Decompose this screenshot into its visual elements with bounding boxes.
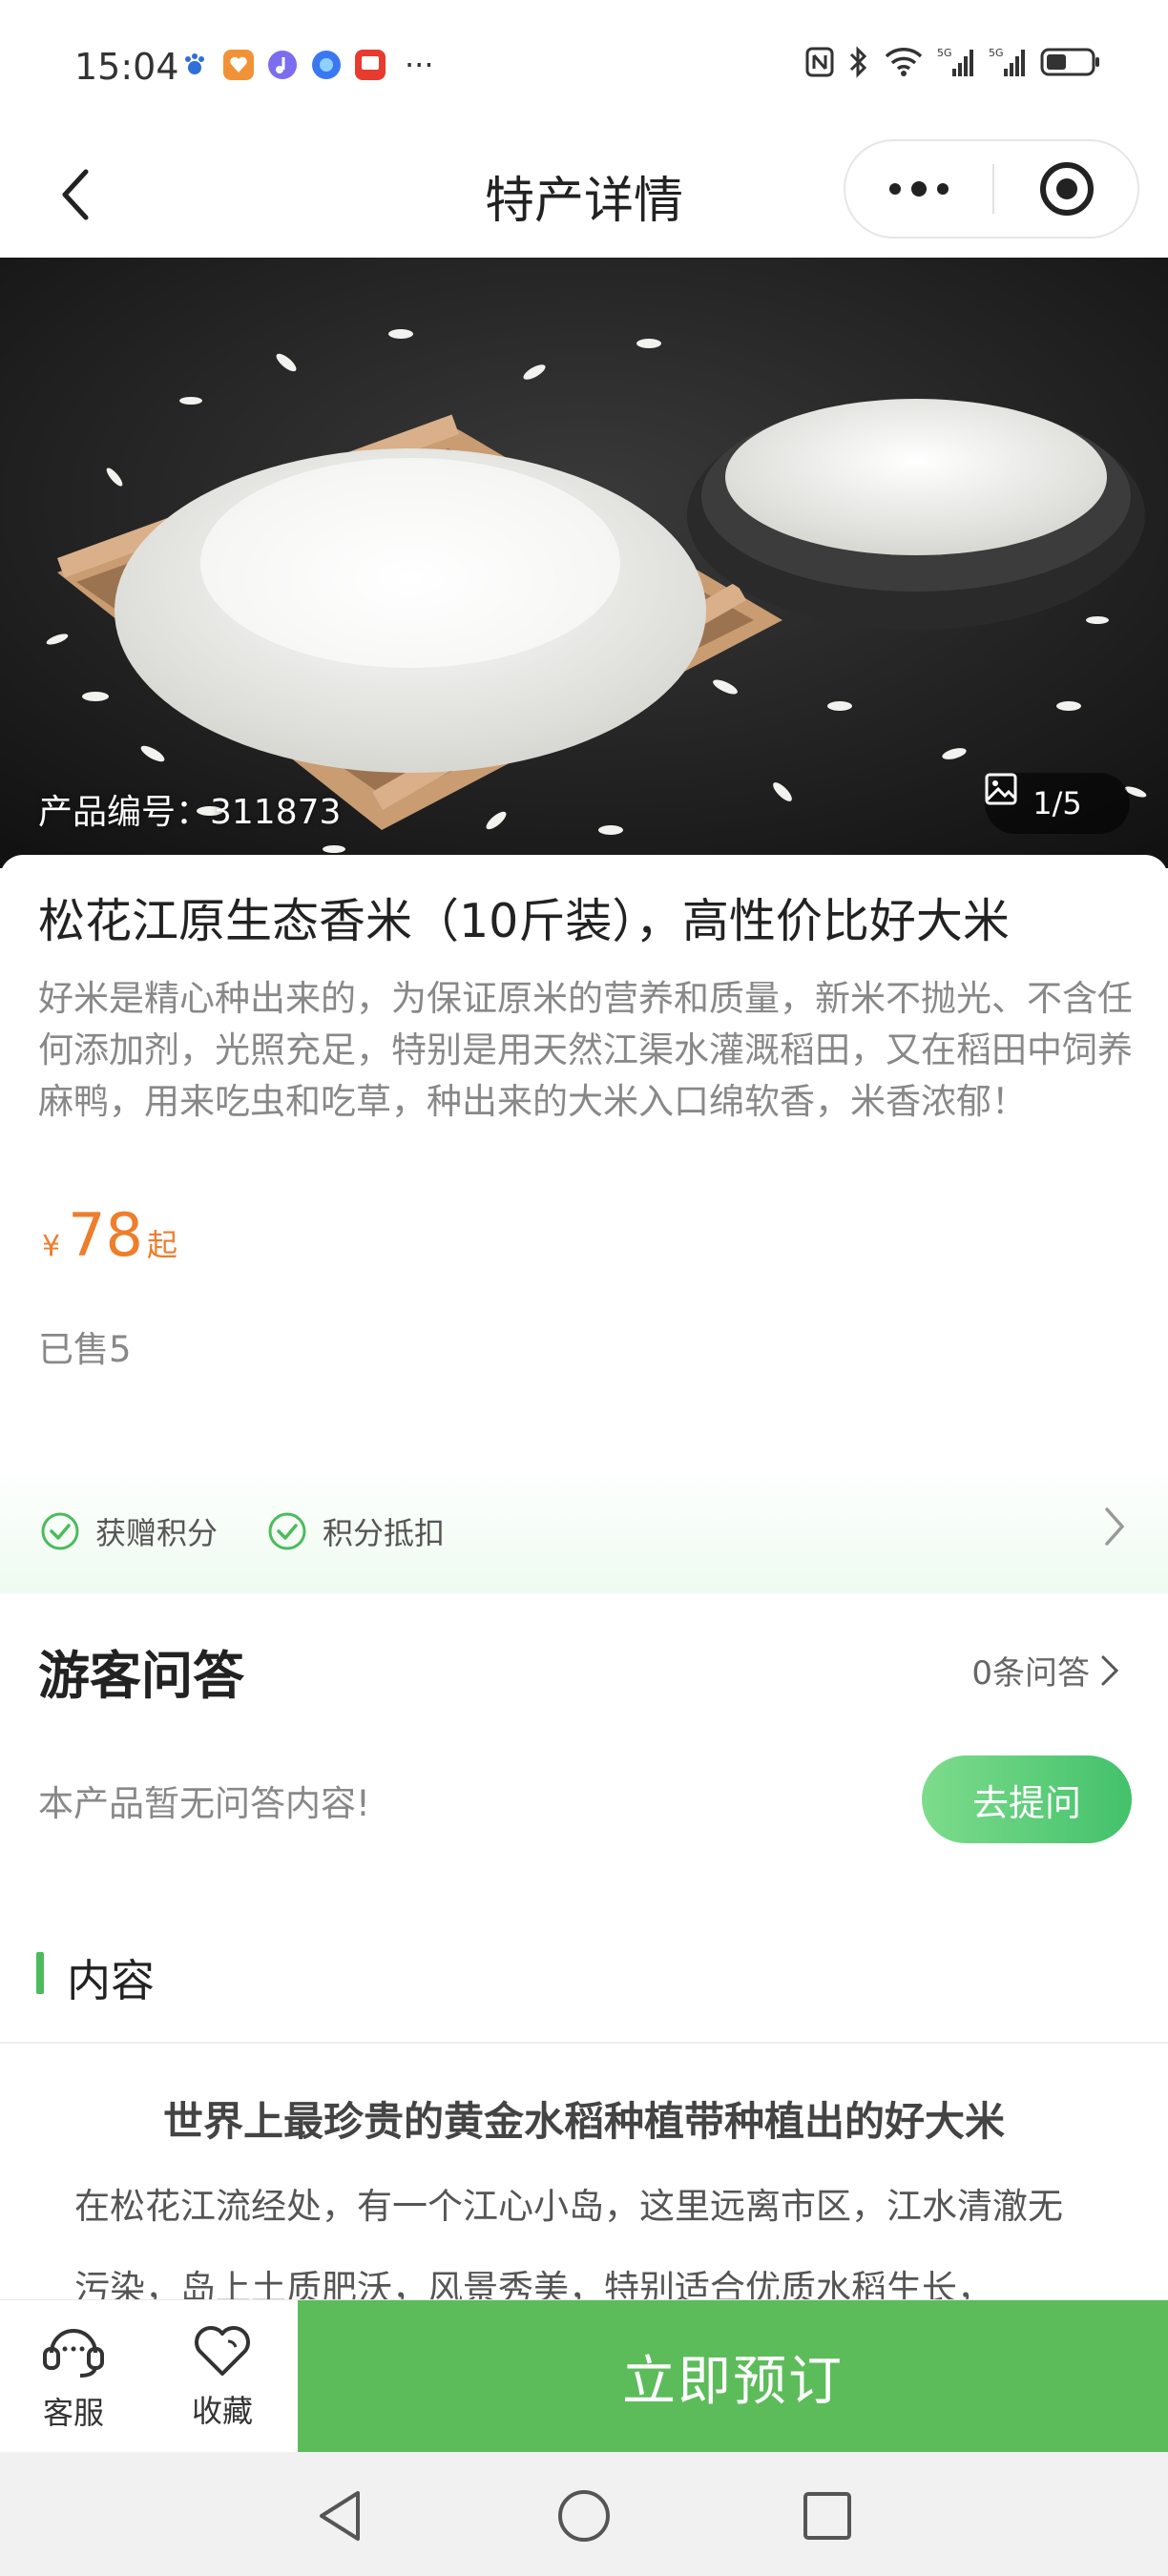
product-image-carousel[interactable]: 产品编号：311873 1/5	[0, 258, 1168, 868]
product-description: 好米是精心种出来的，为保证原米的营养和质量，新米不抛光、不含任何添加剂，光照充足…	[38, 978, 1133, 1122]
close-miniprogram-button[interactable]	[994, 141, 1139, 237]
section-accent-bar	[36, 1952, 44, 1994]
price-suffix: 起	[147, 1227, 178, 1263]
status-time: 15:04	[74, 46, 179, 88]
baidu-icon	[185, 53, 204, 74]
visitor-qa-section: 游客问答 0条问答 本产品暂无问答内容! 去提问	[0, 1593, 1168, 1880]
ask-question-button[interactable]: 去提问	[922, 1755, 1132, 1843]
square-recents-icon	[803, 2492, 851, 2540]
system-back-button[interactable]	[307, 2483, 374, 2549]
qa-empty-text: 本产品暂无问答内容!	[38, 1783, 370, 1824]
favorite-label: 收藏	[191, 2393, 253, 2429]
signal-icon: 5G	[937, 47, 973, 76]
customer-service-button[interactable]: 客服	[2, 2300, 145, 2453]
image-icon	[985, 773, 1017, 805]
svg-text:5G: 5G	[937, 47, 952, 59]
price-currency: ¥	[42, 1230, 61, 1263]
qa-title: 游客问答	[38, 1646, 244, 1706]
system-nav-bar	[0, 2452, 1168, 2576]
bluetooth-icon	[849, 46, 867, 78]
system-recents-button[interactable]	[794, 2483, 861, 2549]
nfc-icon	[805, 47, 834, 77]
system-home-button[interactable]	[551, 2483, 617, 2549]
service-label: 客服	[42, 2395, 104, 2431]
triangle-back-icon	[320, 2491, 360, 2541]
check-circle-icon	[41, 1512, 79, 1550]
divider	[0, 2042, 1168, 2044]
benefit-label: 积分抵扣	[323, 1515, 446, 1551]
circle-home-icon	[558, 2490, 610, 2542]
benefit-label: 获赠积分	[95, 1515, 219, 1551]
more-button[interactable]	[845, 141, 992, 237]
chevron-right-icon	[1105, 1507, 1125, 1546]
music-app-icon	[268, 51, 297, 79]
miniprogram-capsule	[844, 139, 1139, 239]
status-more: ···	[405, 47, 434, 83]
nav-bar: 特产详情	[0, 134, 1168, 258]
more-dots-icon	[889, 181, 949, 197]
target-close-icon	[1040, 162, 1094, 216]
content-label: 内容	[67, 1955, 155, 2006]
heart-icon	[195, 2326, 250, 2376]
check-circle-icon	[268, 1512, 306, 1550]
taobao-icon	[355, 50, 386, 80]
signal-icon: 5G	[989, 47, 1025, 76]
benefits-row[interactable]: 获赠积分 积分抵扣	[0, 1464, 1168, 1593]
image-counter: 1/5	[985, 773, 1130, 834]
bottom-action-bar: 客服 收藏 立即预订	[0, 2299, 1168, 2453]
status-indicators: 5G 5G	[805, 46, 1101, 78]
chevron-right-icon	[1101, 1655, 1119, 1685]
battery-icon	[1040, 48, 1099, 76]
content-body: 世界上最珍贵的黄金水稻种植带种植出的好大米 在松花江流经处，有一个江心小岛，这里…	[0, 2051, 1168, 2299]
heart-app-icon	[223, 50, 254, 80]
product-title: 松花江原生态香米（10斤装），高性价比好大米	[38, 894, 1010, 948]
book-now-button[interactable]: 立即预订	[298, 2300, 1168, 2453]
product-code: 产品编号：311873	[38, 793, 342, 832]
qa-count-text: 0条问答	[971, 1654, 1090, 1693]
content-section-header: 内容	[0, 1937, 1168, 2042]
browser-app-icon	[312, 51, 341, 79]
headset-icon	[43, 2329, 104, 2378]
sold-count: 已售5	[38, 1329, 132, 1370]
benefit-earn-points: 获赠积分	[40, 1509, 218, 1553]
svg-text:5G: 5G	[989, 47, 1004, 59]
product-price: ¥ 78 起	[42, 1200, 177, 1270]
benefit-points-deduct: 积分抵扣	[267, 1509, 445, 1553]
content-text: 在松花江流经处，有一个江心小岛，这里远离市区，江水清澈无污染，岛上土质肥沃，风景…	[74, 2186, 1063, 2299]
image-counter-text: 1/5	[1032, 785, 1082, 821]
favorite-button[interactable]: 收藏	[151, 2300, 294, 2453]
wifi-icon	[885, 48, 923, 76]
content-heading: 世界上最珍贵的黄金水稻种植带种植出的好大米	[162, 2098, 1005, 2145]
status-app-icons: ···	[179, 50, 434, 80]
status-bar: 15:04 ··· 5G 5G	[0, 0, 1168, 134]
price-value: 78	[68, 1200, 143, 1270]
qa-count-link[interactable]: 0条问答	[971, 1647, 1120, 1693]
